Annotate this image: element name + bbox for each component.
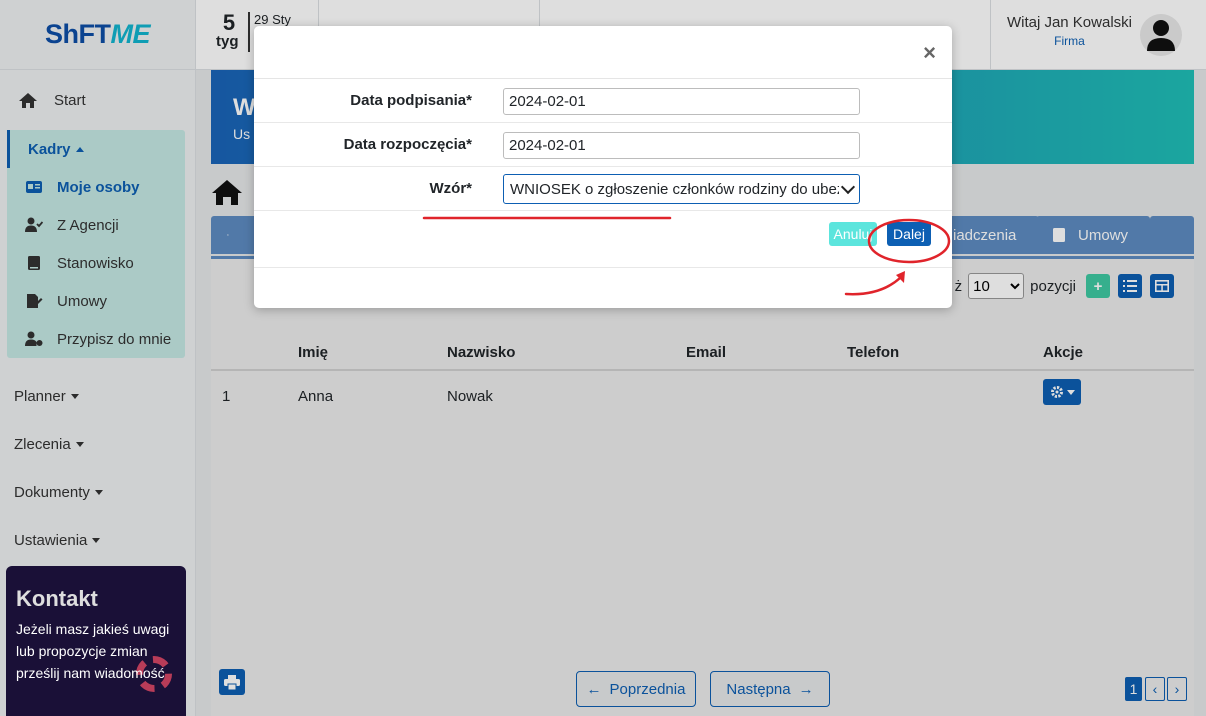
next-button[interactable]: Dalej xyxy=(887,222,931,246)
template-select[interactable]: WNIOSEK o zgłoszenie członków rodziny do… xyxy=(503,174,860,204)
template-select-value: WNIOSEK o zgłoszenie członków rodziny do… xyxy=(510,180,839,198)
chevron-down-icon xyxy=(840,179,856,194)
cancel-button[interactable]: Anuluj xyxy=(829,222,877,246)
template-label: Wzór* xyxy=(429,180,473,197)
modal-actions: Anuluj Dalej xyxy=(254,211,952,268)
modal-header: × xyxy=(254,26,952,79)
close-icon[interactable]: × xyxy=(923,42,936,64)
template-row: Wzór* WNIOSEK o zgłoszenie członków rodz… xyxy=(254,167,952,211)
signing-date-input[interactable] xyxy=(503,88,860,115)
contact-text: Jeżeli masz jakieś uwagi lub propozycje … xyxy=(16,621,170,681)
start-date-label: Data rozpoczęcia* xyxy=(343,136,472,153)
start-date-row: Data rozpoczęcia* xyxy=(254,123,952,167)
signing-date-row: Data podpisania* xyxy=(254,79,952,123)
signing-date-label: Data podpisania* xyxy=(350,92,472,109)
start-date-input[interactable] xyxy=(503,132,860,159)
contract-modal: × Data podpisania* Data rozpoczęcia* Wzó… xyxy=(254,26,952,308)
